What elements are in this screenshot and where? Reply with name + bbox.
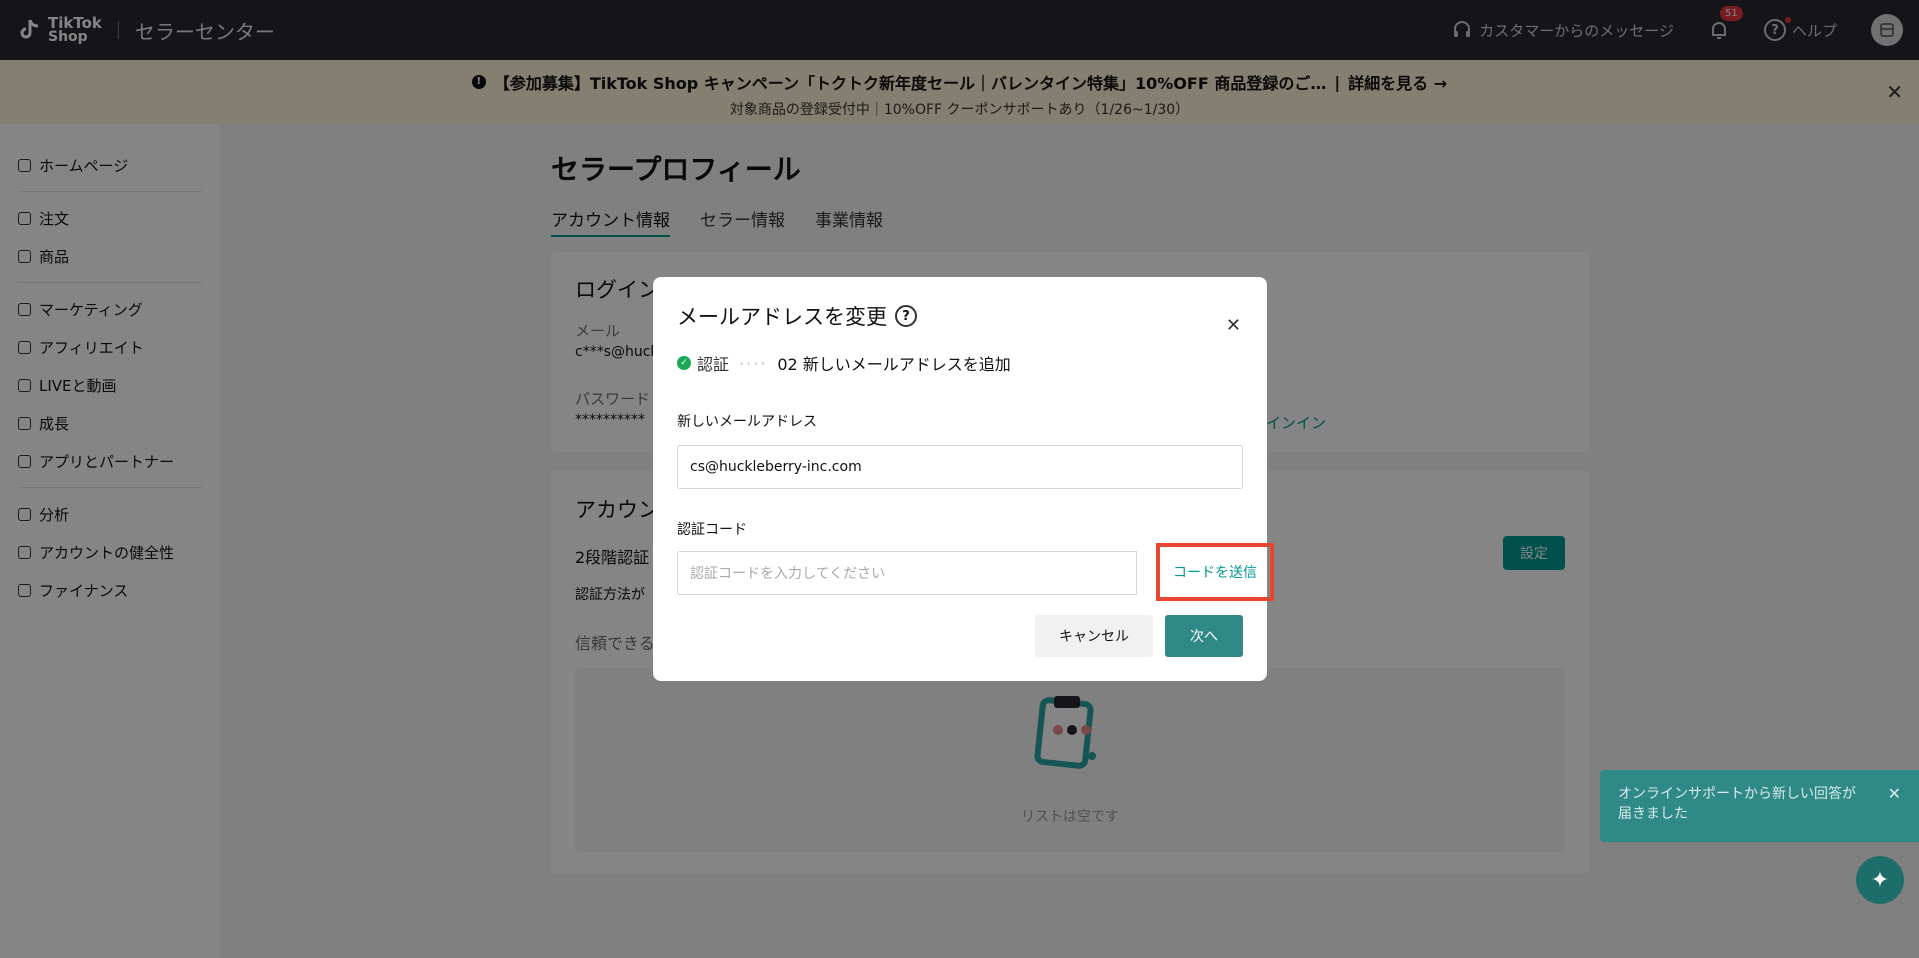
question-circle-icon[interactable]: ? — [895, 305, 917, 327]
toast-message: オンラインサポートから新しい回答が届きました — [1618, 786, 1856, 822]
check-circle-icon: ✓ — [677, 356, 691, 370]
dialog-title: メールアドレスを変更 ? — [677, 301, 1243, 331]
new-email-label: 新しいメールアドレス — [677, 414, 817, 430]
dialog-title-text: メールアドレスを変更 — [677, 305, 887, 329]
verification-code-label: 認証コード — [677, 522, 747, 538]
next-button[interactable]: 次へ — [1165, 615, 1243, 657]
verification-code-input[interactable]: 認証コードを入力してください — [677, 551, 1137, 595]
new-email-input[interactable]: cs@huckleberry-inc.com — [677, 445, 1243, 489]
dialog-actions: キャンセル 次へ — [1035, 615, 1243, 657]
toast-close-icon[interactable]: ✕ — [1888, 784, 1901, 804]
step1-label: 認証 — [697, 355, 730, 374]
step-connector: ···· — [739, 353, 768, 373]
step2-label: 02 新しいメールアドレスを追加 — [777, 355, 1011, 374]
step-verification: ✓ 認証 — [677, 351, 729, 375]
verification-code-row: 認証コードを入力してください コードを送信 — [677, 543, 1274, 601]
sparkle-icon: ✦ — [1870, 867, 1890, 893]
send-code-button[interactable]: コードを送信 — [1156, 543, 1274, 601]
cancel-button[interactable]: キャンセル — [1035, 615, 1153, 657]
ai-assistant-button[interactable]: ✦ — [1856, 856, 1904, 904]
change-email-dialog: メールアドレスを変更 ? ✕ ✓ 認証 ···· 02 新しいメールアドレスを追… — [653, 277, 1274, 681]
step-indicator: ✓ 認証 ···· 02 新しいメールアドレスを追加 — [677, 351, 1243, 375]
dialog-close-icon[interactable]: ✕ — [1226, 315, 1241, 336]
support-toast[interactable]: オンラインサポートから新しい回答が届きました ✕ — [1600, 770, 1919, 842]
